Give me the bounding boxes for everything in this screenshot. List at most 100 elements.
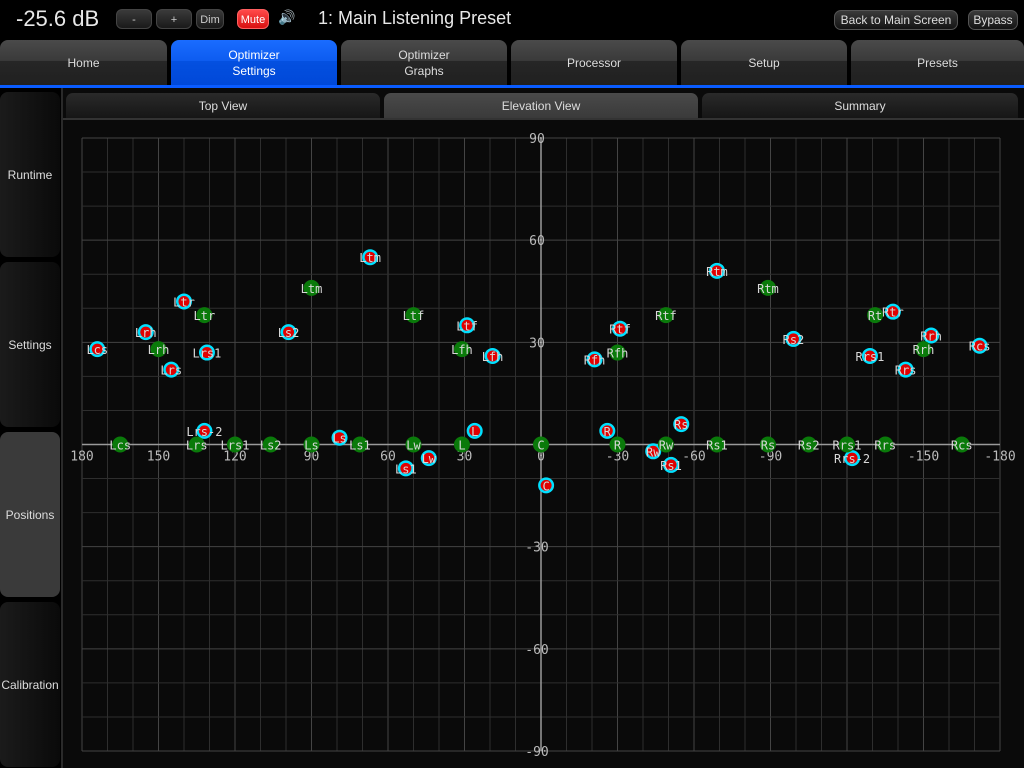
marker-ls: Ls <box>303 436 320 453</box>
marker-ltr: Ltr <box>194 307 216 324</box>
marker-rw: Rw <box>657 436 674 453</box>
marker-label: R <box>604 425 612 439</box>
marker-rtf: Rtf <box>609 320 631 337</box>
marker-c: C <box>538 477 555 494</box>
marker-rs2: Rs2 <box>798 436 820 453</box>
marker-rrs1: Rrs1 <box>833 436 862 453</box>
marker-lrs: Lrs <box>160 361 182 378</box>
marker-lrh: Lrh <box>148 341 170 358</box>
marker-label: Lcs <box>86 343 108 357</box>
marker-rrs: Rrs <box>874 436 896 453</box>
marker-label: Rs1 <box>706 439 728 453</box>
marker-lcs: Lcs <box>109 436 131 453</box>
marker-label: Rs2 <box>798 439 820 453</box>
marker-rtf: Rtf <box>655 307 677 324</box>
marker-label: L <box>458 439 465 453</box>
x-tick-label: -60 <box>682 450 705 465</box>
marker-label: Rs1 <box>660 459 682 473</box>
marker-rt: Rt <box>867 307 884 324</box>
marker-label: Ls1 <box>349 439 371 453</box>
marker-rcs: Rcs <box>969 337 991 354</box>
marker-rs2: Rs2 <box>783 330 804 347</box>
marker-label: Ltr <box>194 309 216 323</box>
marker-label: Rcs <box>951 439 973 453</box>
marker-ltm: Ltm <box>301 279 323 296</box>
marker-r: R <box>599 422 616 439</box>
marker-label: Rtf <box>609 323 631 337</box>
x-tick-label: 60 <box>380 450 396 465</box>
marker-label: Ltm <box>359 251 381 265</box>
marker-rrh: Rrh <box>920 327 942 344</box>
x-tick-label: -180 <box>984 450 1015 465</box>
marker-l: L <box>466 422 483 439</box>
marker-label: Rtf <box>655 309 677 323</box>
marker-r: R <box>609 436 626 453</box>
marker-ltm: Ltm <box>359 249 381 266</box>
marker-rfh: Rfh <box>607 344 628 361</box>
marker-label: Rtm <box>706 265 728 279</box>
marker-rcs: Rcs <box>951 436 973 453</box>
marker-label: Lrs-2 <box>186 425 222 439</box>
y-tick-label: 90 <box>529 132 545 147</box>
marker-ltf: Ltf <box>456 317 478 334</box>
marker-ls1: Ls1 <box>349 436 371 453</box>
marker-lw: Lw <box>420 450 437 467</box>
marker-label: Rrs <box>895 364 917 378</box>
marker-label: Ltm <box>301 282 323 296</box>
marker-label: Lfh <box>451 343 473 357</box>
y-tick-label: -60 <box>525 643 548 658</box>
marker-label: Lcs <box>109 439 131 453</box>
marker-ls2: Ls2 <box>260 436 282 453</box>
marker-lrs1: Lrs1 <box>192 344 221 361</box>
marker-rs: Rs <box>673 416 690 433</box>
marker-label: Ls <box>304 439 318 453</box>
marker-label: R <box>614 439 622 453</box>
marker-rtr: Rtr <box>882 303 904 320</box>
marker-label: Lw <box>422 452 437 466</box>
marker-label: Rrs1 <box>855 350 884 364</box>
marker-lfh: Lfh <box>451 341 473 358</box>
marker-label: Lfh <box>482 350 504 364</box>
marker-label: Rs <box>761 439 775 453</box>
marker-rrs: Rrs <box>895 361 917 378</box>
marker-label: Rs <box>674 418 688 432</box>
marker-lrs-2: Lrs-2 <box>186 422 222 439</box>
y-tick-label: -30 <box>525 541 548 556</box>
marker-label: Rfh <box>584 353 606 367</box>
marker-rrs-2: Rrs-2 <box>834 450 870 467</box>
marker-rtm: Rtm <box>757 279 779 296</box>
marker-label: Lrs <box>160 364 182 378</box>
marker-label: Rrh <box>913 343 935 357</box>
marker-label: Rrs <box>874 439 896 453</box>
marker-rtm: Rtm <box>706 262 728 279</box>
marker-l: L <box>453 436 470 453</box>
marker-label: Rrs1 <box>833 439 862 453</box>
y-tick-label: 60 <box>529 234 545 249</box>
marker-label: Lw <box>406 439 421 453</box>
marker-label: Rcs <box>969 340 991 354</box>
marker-label: Ls1 <box>395 462 417 476</box>
y-tick-label: 30 <box>529 336 545 351</box>
marker-c: C <box>533 436 549 453</box>
marker-rs1: Rs1 <box>706 436 728 453</box>
marker-label: L <box>471 425 478 439</box>
elevation-chart[interactable]: 180 150 120 90 60 30 0 -30 -60 -90 -150 -180906030-… <box>0 0 1024 768</box>
marker-label: Ls2 <box>260 439 282 453</box>
marker-label: Ltr <box>173 295 195 309</box>
x-tick-label: -150 <box>908 450 939 465</box>
y-tick-label: -90 <box>525 745 548 760</box>
marker-lrh: Lrh <box>135 324 157 341</box>
marker-label: Ls2 <box>278 326 300 340</box>
marker-label: Ls <box>332 432 346 446</box>
marker-label: Lrh <box>148 343 170 357</box>
marker-label: Rw <box>659 439 674 453</box>
marker-ltf: Ltf <box>403 307 425 324</box>
marker-label: Rtr <box>882 306 904 320</box>
marker-lw: Lw <box>405 436 422 453</box>
marker-ltr: Ltr <box>173 293 195 310</box>
marker-label: Ltf <box>403 309 425 323</box>
marker-label: C <box>542 479 549 493</box>
marker-label: C <box>537 439 544 453</box>
marker-ls2: Ls2 <box>278 324 300 341</box>
x-tick-label: 180 <box>70 450 93 465</box>
